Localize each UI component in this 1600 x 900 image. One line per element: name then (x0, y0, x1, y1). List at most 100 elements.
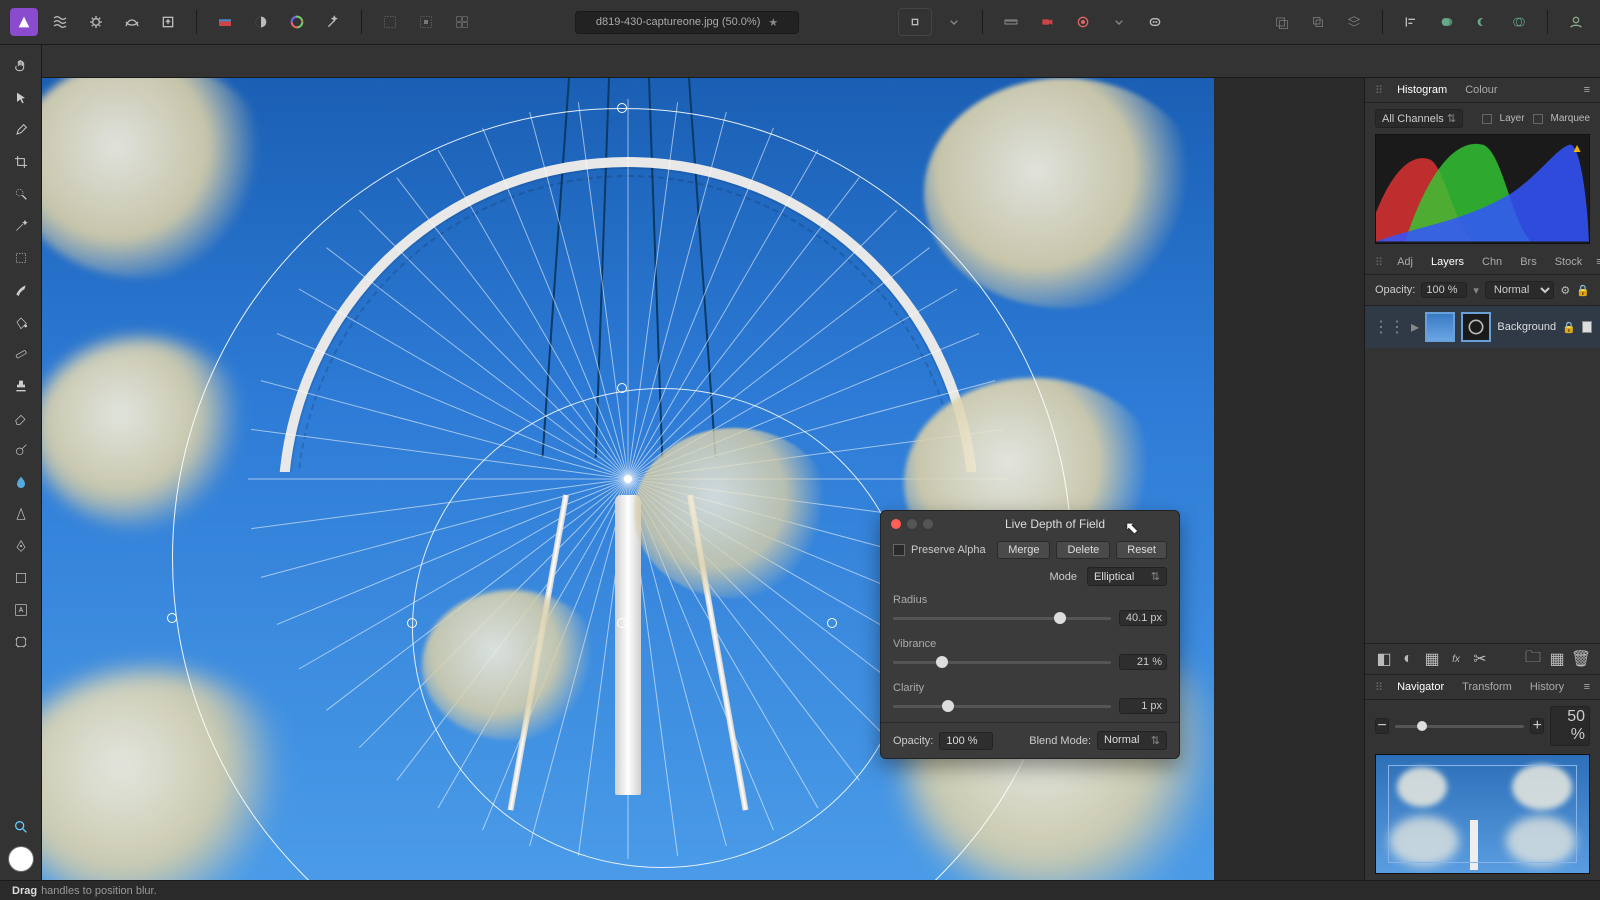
panel-menu-icon[interactable]: ≡ (1596, 256, 1600, 268)
develop-persona-button[interactable] (82, 8, 110, 36)
layers-blendmode-select[interactable]: Normal (1485, 281, 1555, 299)
panel-menu-icon[interactable]: ≡ (1584, 681, 1590, 693)
close-window-button[interactable] (891, 519, 901, 529)
account-button[interactable] (1562, 8, 1590, 36)
radius-slider[interactable] (893, 617, 1111, 620)
mask-layer-icon[interactable]: ◧ (1375, 650, 1393, 668)
group-layer-icon[interactable]: 🗀 (1524, 650, 1542, 668)
merge-button[interactable]: Merge (997, 541, 1050, 559)
layer-name[interactable]: Background (1497, 321, 1556, 333)
layer-filter-thumbnail[interactable] (1461, 312, 1491, 342)
hist-layer-checkbox[interactable] (1482, 114, 1492, 124)
arrange-button-3[interactable] (448, 8, 476, 36)
layer-thumbnail[interactable] (1425, 312, 1455, 342)
vibrance-slider[interactable] (893, 661, 1111, 664)
paint-brush-tool[interactable] (7, 277, 35, 303)
mode-select[interactable]: Elliptical ⇅ (1087, 567, 1167, 586)
arrange-button-1[interactable] (376, 8, 404, 36)
arrange-button-2[interactable] (412, 8, 440, 36)
layer-link-icon[interactable]: ⋮⋮ (1373, 317, 1405, 337)
fx-layer-icon[interactable]: fx (1447, 650, 1465, 668)
marquee-tool[interactable] (7, 245, 35, 271)
layer-order-button[interactable] (1340, 8, 1368, 36)
canvas[interactable] (42, 78, 1214, 880)
layer-dup-button[interactable] (1304, 8, 1332, 36)
layer-visibility-checkbox[interactable] (1582, 321, 1592, 333)
dialog-titlebar[interactable]: Live Depth of Field (881, 511, 1179, 537)
boolean-int-button[interactable] (1505, 8, 1533, 36)
tab-adj[interactable]: Adj (1393, 254, 1417, 270)
tone-mapping-persona-button[interactable] (118, 8, 146, 36)
layer-add-button[interactable] (1268, 8, 1296, 36)
live-filter-dialog[interactable]: Live Depth of Field Preserve Alpha Merge… (880, 510, 1180, 759)
flood-select-tool[interactable] (7, 213, 35, 239)
shape-tool[interactable] (7, 565, 35, 591)
adj-layer-icon[interactable]: ◐ (1399, 650, 1417, 668)
zoom-in-button[interactable]: + (1530, 718, 1544, 734)
hand-tool[interactable] (7, 53, 35, 79)
zoom-value[interactable]: 50 % (1550, 706, 1590, 746)
foreground-color-chip[interactable] (8, 846, 34, 872)
fill-tool[interactable] (7, 309, 35, 335)
mesh-warp-tool[interactable] (7, 629, 35, 655)
snapping-dropdown[interactable] (940, 8, 968, 36)
delete-layer-icon[interactable]: 🗑 (1572, 650, 1590, 668)
tab-chn[interactable]: Chn (1478, 254, 1506, 270)
selection-brush-tool[interactable] (7, 181, 35, 207)
tab-history[interactable]: History (1526, 679, 1568, 695)
boolean-add-button[interactable] (1433, 8, 1461, 36)
quickmask-dropdown[interactable] (1105, 8, 1133, 36)
clarity-slider[interactable] (893, 705, 1111, 708)
erase-tool[interactable] (7, 405, 35, 431)
minimize-window-button[interactable] (907, 519, 917, 529)
tab-navigator[interactable]: Navigator (1393, 679, 1448, 695)
zoom-out-button[interactable]: − (1375, 718, 1389, 734)
align-button[interactable] (1397, 8, 1425, 36)
auto-button[interactable] (319, 8, 347, 36)
reset-button[interactable]: Reset (1116, 541, 1167, 559)
zoom-slider[interactable] (1395, 725, 1524, 728)
record-button[interactable] (1033, 8, 1061, 36)
preserve-alpha-checkbox[interactable] (893, 544, 905, 556)
tab-transform[interactable]: Transform (1458, 679, 1516, 695)
clarity-value[interactable]: 1 px (1119, 698, 1167, 714)
dialog-blendmode-select[interactable]: Normal⇅ (1097, 731, 1167, 750)
boolean-sub-button[interactable] (1469, 8, 1497, 36)
clipping-warning-icon[interactable]: ▲ (1571, 141, 1583, 155)
color-picker-tool[interactable] (7, 117, 35, 143)
crop-layer-icon[interactable]: ✂ (1471, 650, 1489, 668)
hist-marquee-checkbox[interactable] (1533, 114, 1543, 124)
vibrance-value[interactable]: 21 % (1119, 654, 1167, 670)
tab-colour[interactable]: Colour (1461, 82, 1501, 98)
color-wheel-button[interactable] (283, 8, 311, 36)
filter-layer-icon[interactable]: ▦ (1423, 650, 1441, 668)
clone-brush-tool[interactable] (7, 373, 35, 399)
histogram-channel-select[interactable]: All Channels ⇅ (1375, 109, 1463, 128)
snapping-button[interactable] (898, 8, 932, 36)
assistant-button[interactable] (1141, 8, 1169, 36)
pen-tool[interactable] (7, 533, 35, 559)
lock-icon[interactable]: 🔒 (1576, 284, 1590, 297)
blur-tool[interactable] (7, 469, 35, 495)
panel-menu-icon[interactable]: ≡ (1584, 84, 1590, 96)
text-tool[interactable] (7, 597, 35, 623)
zoom-tool[interactable] (7, 814, 35, 840)
delete-button[interactable]: Delete (1056, 541, 1110, 559)
export-persona-button[interactable] (154, 8, 182, 36)
navigator-viewport[interactable] (1388, 765, 1577, 863)
dialog-opacity-field[interactable]: 100 % (939, 732, 993, 750)
zoom-window-button[interactable] (923, 519, 933, 529)
app-logo[interactable] (10, 8, 38, 36)
radius-value[interactable]: 40.1 px (1119, 610, 1167, 626)
tab-brs[interactable]: Brs (1516, 254, 1541, 270)
crop-tool[interactable] (7, 149, 35, 175)
dodge-tool[interactable] (7, 437, 35, 463)
layer-row-background[interactable]: ⋮⋮ ▸ Background 🔒 (1365, 306, 1600, 348)
layer-expand-icon[interactable]: ▸ (1411, 317, 1419, 337)
layers-opacity-field[interactable] (1421, 282, 1467, 298)
healing-brush-tool[interactable] (7, 341, 35, 367)
add-pixel-layer-icon[interactable]: ▦ (1548, 650, 1566, 668)
layer-lock-icon[interactable]: 🔒 (1562, 321, 1576, 334)
quickmask-button[interactable] (1069, 8, 1097, 36)
tab-stock[interactable]: Stock (1551, 254, 1587, 270)
